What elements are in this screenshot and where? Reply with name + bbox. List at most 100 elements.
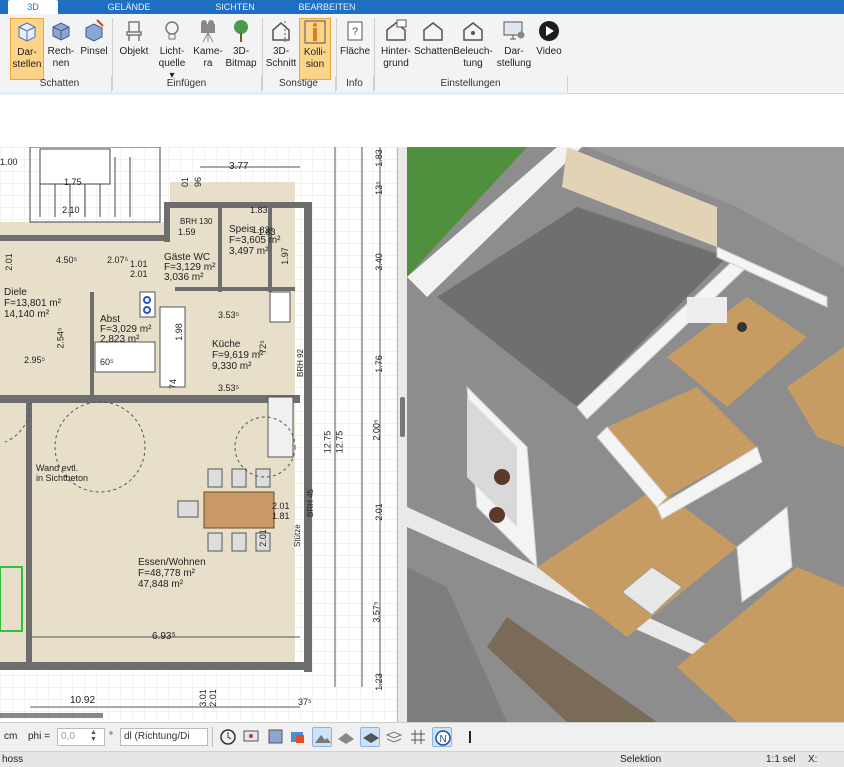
dim-misc-9: 72⁵ xyxy=(257,340,268,354)
dim-top-7: 1.00 xyxy=(0,157,18,167)
note-wall-1: Wand evtl. xyxy=(36,463,79,473)
rechnen-button[interactable]: Rech- nen xyxy=(46,18,76,80)
kamera-label-2: ra xyxy=(203,58,213,69)
beleuchtung-button[interactable]: Beleuch- tung xyxy=(453,18,493,80)
texture-button[interactable] xyxy=(336,727,356,747)
house-light-icon xyxy=(463,22,483,41)
lightbulb-icon xyxy=(165,21,179,40)
group-sonstige-label: Sonstige xyxy=(262,76,336,92)
group-einstellungen-label: Einstellungen xyxy=(374,76,568,92)
lichtquelle-button[interactable]: Licht- quelle ▾ xyxy=(155,18,189,81)
chair-icon xyxy=(126,21,142,41)
tab-bearbeiten[interactable]: BEARBEITEN xyxy=(292,0,362,14)
bitmap-button[interactable]: 3D- Bitmap xyxy=(224,18,258,80)
ribbon: Dar- stellen Rech- nen Pinsel Objekt Lic… xyxy=(0,14,844,108)
hintergrund-label-2: grund xyxy=(383,58,409,69)
monitor-settings-icon xyxy=(503,21,525,40)
grid-button[interactable] xyxy=(408,727,428,747)
render-settings-button[interactable] xyxy=(266,727,286,747)
room-label-essen-wohnen: Essen/Wohnen F=48,778 m² 47,848 m² xyxy=(138,557,206,590)
room-label-abst: Abst F=3,029 m² 2,823 m² xyxy=(100,315,151,345)
dim-right-0: 1.83 xyxy=(373,149,384,167)
more-icon xyxy=(469,731,471,743)
more-button[interactable] xyxy=(460,727,480,747)
dim-misc-10: 3.53⁵ xyxy=(218,310,240,320)
dim-misc-1: 2.95⁵ xyxy=(24,355,46,365)
video-button[interactable]: Video xyxy=(533,18,565,80)
3d-rendering[interactable] xyxy=(407,147,844,722)
note-wall-2: in Sichtbeton xyxy=(36,473,89,483)
house-shadow-icon xyxy=(423,22,443,41)
darstellung-label-2: stellung xyxy=(496,58,532,69)
floor-plan-view[interactable]: Diele F=13,801 m² 14,140 m² Abst F=3,029… xyxy=(0,147,398,722)
schnitt-label-1: 3D- xyxy=(272,46,290,57)
pinsel-button[interactable]: Pinsel xyxy=(79,18,109,80)
ribbon-tab-bar: 3D GELÄNDE SICHTEN BEARBEITEN xyxy=(0,0,844,14)
room-label-gaeste-wc: Gäste WC F=3,129 m² 3,036 m² xyxy=(164,253,215,283)
stack-button[interactable] xyxy=(384,727,404,747)
darstellung-button[interactable]: Dar- stellung xyxy=(495,18,533,80)
dim-misc-0: 4.50⁵ xyxy=(56,255,78,265)
kollision-button[interactable]: Kolli- sion xyxy=(299,18,331,80)
mountain-icon xyxy=(315,735,331,743)
dim-misc-3: 2.07⁵ xyxy=(107,255,129,265)
paint-button[interactable] xyxy=(288,727,308,747)
mountain-button[interactable] xyxy=(312,727,332,747)
dim-misc-18: 1.97 xyxy=(279,247,290,265)
dim-misc-5: 2.01 xyxy=(130,269,148,279)
tab-sichten[interactable]: SICHTEN xyxy=(205,0,265,14)
dim-top-3: 1.83 xyxy=(250,205,268,215)
note-brh92: BRH 92 xyxy=(296,348,305,377)
dim-bottom-4: 37⁵ xyxy=(298,697,312,707)
dim-misc-13: 2.01 xyxy=(272,501,290,511)
phi-input[interactable]: 0,0 xyxy=(57,728,105,746)
dim-right-5: 12.75 xyxy=(322,430,333,454)
rechnen-label-2: nen xyxy=(52,58,70,69)
pinsel-label: Pinsel xyxy=(80,46,108,57)
dim-right-4: 2.00⁵ xyxy=(371,419,382,441)
dim-misc-4: 1.01 xyxy=(130,259,148,269)
monitor-button[interactable] xyxy=(242,727,262,747)
status-bar: hoss Selektion 1:1 sel X: xyxy=(0,751,844,767)
dim-right-2: 3.40 xyxy=(373,253,384,271)
kamera-label-1: Kame- xyxy=(193,46,223,57)
room-essen-area: F=48,778 m² xyxy=(138,568,195,579)
direction-dropdown[interactable]: dl (Richtung/Di xyxy=(120,728,208,746)
room-essen-area2: 47,848 m² xyxy=(138,579,184,590)
hintergrund-button[interactable]: Hinter- grund xyxy=(378,18,414,80)
hintergrund-label-1: Hinter- xyxy=(380,46,411,57)
tab-3d[interactable]: 3D xyxy=(8,0,58,14)
dim-misc-12: 74 xyxy=(168,378,179,390)
clock-button[interactable] xyxy=(218,727,238,747)
darstellen-label-1: Dar- xyxy=(17,47,37,58)
status-x: X: xyxy=(808,754,818,765)
3d-view[interactable] xyxy=(407,147,844,722)
beleuchtung-label-1: Beleuch- xyxy=(453,46,493,57)
north-button[interactable]: N xyxy=(432,727,452,747)
room-kueche-area2: 9,330 m² xyxy=(212,361,252,372)
flaeche-button[interactable]: ? Fläche xyxy=(338,18,372,80)
objekt-button[interactable]: Objekt xyxy=(117,18,151,80)
note-brh130: BRH 130 xyxy=(180,217,213,226)
brush-icon xyxy=(85,19,104,42)
tab-gelaende[interactable]: GELÄNDE xyxy=(100,0,158,14)
dim-right-8: 3.57⁵ xyxy=(371,601,382,623)
kamera-button[interactable]: Kame- ra xyxy=(192,18,224,80)
splitter-handle[interactable] xyxy=(400,397,405,437)
dim-right-7: 2.01 xyxy=(373,503,384,521)
dim-bottom-1: 6.93⁵ xyxy=(152,631,176,642)
dim-bottom-0: 10.92 xyxy=(70,695,96,706)
dim-misc-7: 1.98 xyxy=(173,323,184,341)
phi-stepper[interactable]: ▲ ▼ xyxy=(90,729,97,743)
bitmap-label-1: 3D- xyxy=(232,46,250,57)
dim-misc-14: 1.81 xyxy=(272,511,290,521)
unit-label: cm xyxy=(4,731,18,742)
layer-button[interactable] xyxy=(360,727,380,747)
schatten-button[interactable]: Schatten xyxy=(414,18,453,80)
darstellen-button[interactable]: Dar- stellen xyxy=(10,18,44,80)
svg-text:?: ? xyxy=(352,26,358,38)
view-splitter[interactable] xyxy=(398,147,407,722)
note-stuetze: Stütze xyxy=(293,524,302,547)
schnitt-button[interactable]: 3D- Schnitt xyxy=(265,18,297,80)
schnitt-label-2: Schnitt xyxy=(265,58,297,69)
